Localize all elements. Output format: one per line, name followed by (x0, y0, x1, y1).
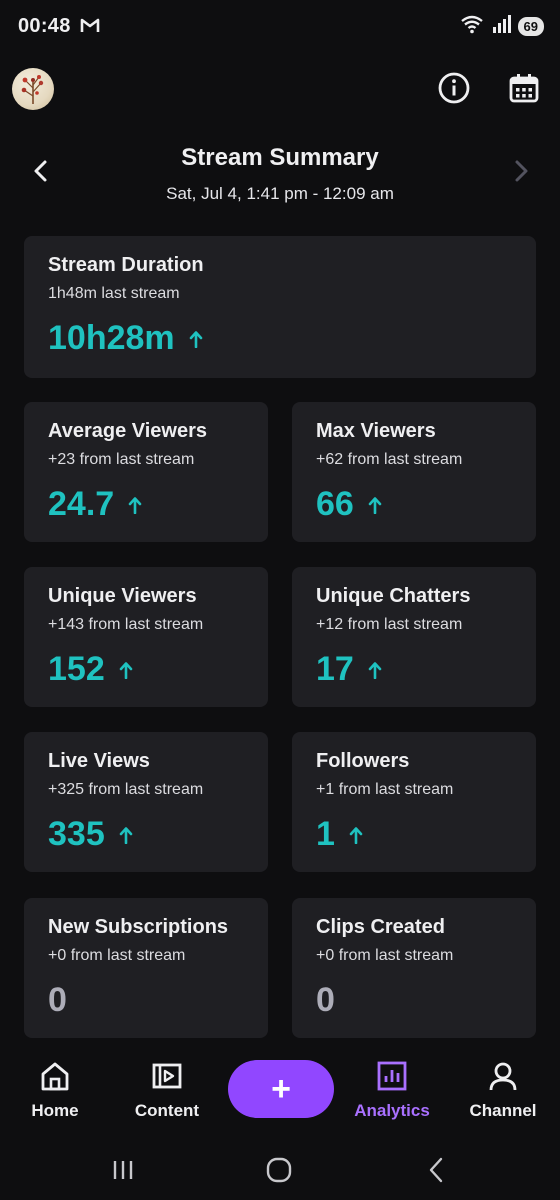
stat-comparison: +325 from last stream (48, 781, 204, 798)
profile-icon (487, 1060, 519, 1097)
stat-card-clips-created: Clips Created +0 from last stream 0 (292, 898, 536, 1038)
stat-title: Clips Created (316, 916, 445, 938)
recent-apps-icon[interactable] (103, 1150, 143, 1190)
battery-indicator: 69 (517, 17, 544, 36)
stat-value-row: 335 (48, 815, 244, 854)
stat-title: New Subscriptions (48, 916, 229, 938)
stat-comparison: 1h48m last stream (48, 285, 180, 302)
plus-icon: + (271, 1070, 291, 1108)
stat-title: Stream Duration (48, 254, 204, 276)
stat-card-unique-viewers: Unique Viewers +143 from last stream 152 (24, 567, 268, 707)
arrow-up-icon (128, 496, 142, 514)
stat-comparison: +62 from last stream (316, 451, 463, 468)
stat-comparison: +0 from last stream (316, 947, 454, 964)
page-title: Stream Summary (181, 144, 379, 171)
stat-value-row: 0 (316, 981, 512, 1020)
nav-label: Home (31, 1101, 79, 1120)
stat-value-row: 152 (48, 650, 244, 689)
analytics-icon (376, 1060, 408, 1097)
arrow-up-icon (368, 661, 382, 679)
nav-channel[interactable]: Channel (448, 1060, 558, 1121)
arrow-up-icon (368, 496, 382, 514)
stat-comparison: +1 from last stream (316, 781, 454, 798)
nav-label: Analytics (354, 1101, 430, 1120)
arrow-up-icon (119, 661, 133, 679)
stat-card-followers: Followers +1 from last stream 1 (292, 732, 536, 872)
arrow-up-icon (119, 826, 133, 844)
stat-value: 66 (316, 485, 354, 523)
nav-content[interactable]: Content (112, 1060, 222, 1121)
stat-value-row: 0 (48, 981, 244, 1020)
nav-analytics[interactable]: Analytics (337, 1060, 447, 1121)
calendar-icon[interactable] (506, 70, 542, 106)
stat-value-row: 17 (316, 650, 512, 689)
stat-title: Live Views (48, 750, 150, 772)
stat-comparison: +23 from last stream (48, 451, 195, 468)
chevron-right-icon (506, 156, 536, 186)
bottom-nav: Home Content + Analytics Channel (0, 1050, 560, 1130)
stat-card-max-viewers: Max Viewers +62 from last stream 66 (292, 402, 536, 542)
home-button-icon[interactable] (259, 1150, 299, 1190)
stat-value: 0 (316, 981, 335, 1019)
stat-value: 17 (316, 650, 354, 688)
stat-title: Unique Viewers (48, 585, 197, 607)
home-icon (39, 1060, 71, 1097)
stat-value-row: 10h28m (48, 319, 512, 358)
stat-value: 152 (48, 650, 105, 688)
stat-value: 24.7 (48, 485, 115, 523)
stat-value: 10h28m (48, 319, 175, 357)
stat-title: Followers (316, 750, 410, 772)
status-time: 00:48 (18, 15, 71, 37)
stat-comparison: +12 from last stream (316, 616, 463, 633)
avatar[interactable] (12, 68, 54, 110)
stat-card-live-views: Live Views +325 from last stream 335 (24, 732, 268, 872)
stat-card-average-viewers: Average Viewers +23 from last stream 24.… (24, 402, 268, 542)
nav-label: Channel (469, 1101, 537, 1120)
stat-title: Unique Chatters (316, 585, 471, 607)
back-button-icon[interactable] (416, 1150, 456, 1190)
create-button[interactable]: + (228, 1060, 334, 1118)
stat-value: 335 (48, 815, 105, 853)
stat-value-row: 1 (316, 815, 512, 854)
nav-label: Content (134, 1101, 200, 1120)
info-icon[interactable] (436, 70, 472, 106)
stat-value: 0 (48, 981, 67, 1019)
stat-card-new-subscriptions: New Subscriptions +0 from last stream 0 (24, 898, 268, 1038)
stat-title: Max Viewers (316, 420, 436, 442)
stat-card-stream-duration: Stream Duration 1h48m last stream 10h28m (24, 236, 536, 378)
signal-icon (492, 15, 512, 38)
stat-title: Average Viewers (48, 420, 207, 442)
stat-value-row: 66 (316, 485, 512, 524)
stat-card-unique-chatters: Unique Chatters +12 from last stream 17 (292, 567, 536, 707)
stat-value-row: 24.7 (48, 485, 244, 524)
stat-comparison: +143 from last stream (48, 616, 204, 633)
content-icon (151, 1060, 183, 1097)
stat-value: 1 (316, 815, 335, 853)
nav-home[interactable]: Home (0, 1060, 110, 1121)
arrow-up-icon (349, 826, 363, 844)
system-nav-bar (0, 1140, 560, 1200)
wifi-icon (460, 14, 486, 39)
gmail-icon (80, 17, 100, 38)
arrow-up-icon (189, 330, 203, 348)
stream-date-range: Sat, Jul 4, 1:41 pm - 12:09 am (166, 184, 394, 203)
status-bar: 00:48 69 (0, 0, 560, 56)
stat-comparison: +0 from last stream (48, 947, 186, 964)
